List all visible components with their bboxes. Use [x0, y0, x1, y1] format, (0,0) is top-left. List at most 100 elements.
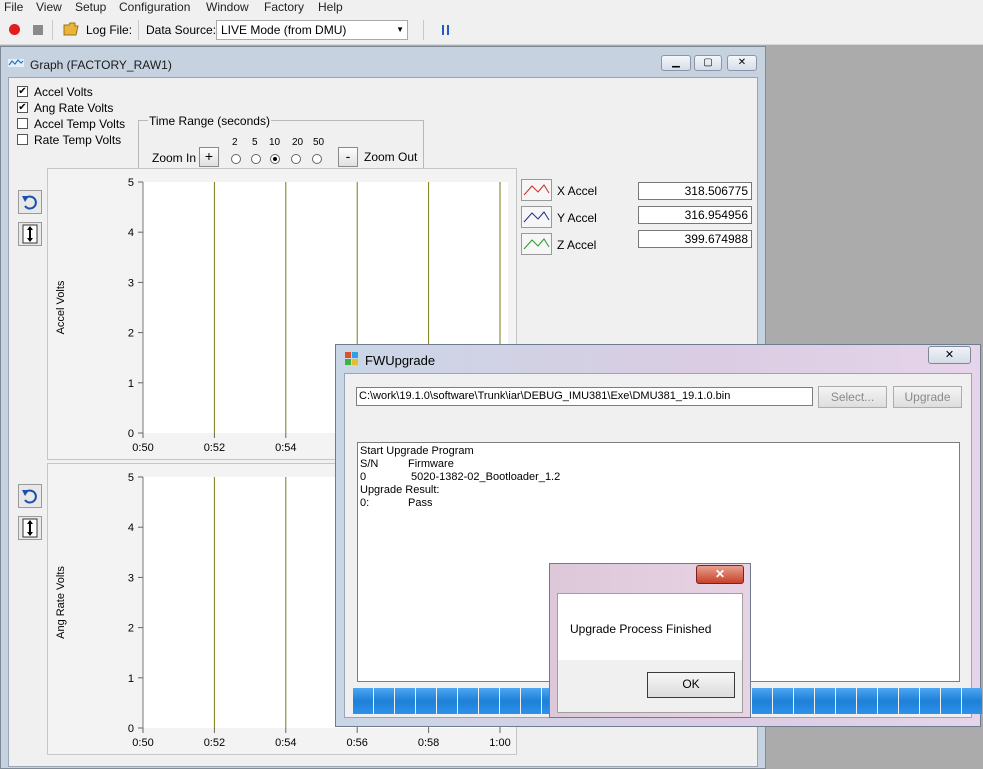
z-accel-value: 399.674988: [638, 230, 752, 248]
progress-segment: [794, 688, 814, 714]
range-option-label: 10: [269, 137, 281, 148]
file-path-input[interactable]: C:\work\19.1.0\software\Trunk\iar\DEBUG_…: [356, 387, 813, 406]
menu-window[interactable]: Window: [206, 0, 249, 14]
menu-factory[interactable]: Factory: [264, 0, 304, 14]
progress-segment: [773, 688, 793, 714]
vertical-scale-icon: [22, 224, 38, 244]
checkbox-label: Rate Temp Volts: [34, 133, 122, 147]
ok-button[interactable]: OK: [647, 672, 735, 698]
menu-help[interactable]: Help: [318, 0, 343, 14]
range-radio-20[interactable]: [291, 154, 301, 164]
upgrade-button[interactable]: Upgrade: [893, 386, 962, 408]
close-button[interactable]: ✕: [727, 55, 757, 71]
progress-segment: [437, 688, 457, 714]
data-source-label: Data Source:: [146, 23, 217, 37]
y-tick-label: 2: [128, 623, 134, 635]
toolbar-separator: [52, 20, 53, 40]
checkbox-label: Accel Volts: [34, 85, 93, 99]
y-tick-label: 1: [128, 378, 134, 390]
progress-segment: [395, 688, 415, 714]
select-button[interactable]: Select...: [818, 386, 887, 408]
z-accel-label: Z Accel: [557, 238, 597, 252]
menu-view[interactable]: View: [36, 0, 62, 14]
fwupgrade-close-button[interactable]: ✕: [928, 346, 971, 364]
reset-view-button[interactable]: [18, 484, 42, 508]
range-option-label: 50: [313, 137, 325, 148]
log-file-label[interactable]: Log File:: [86, 23, 132, 37]
y-tick-label: 3: [128, 277, 134, 289]
x-tick-label: 0:54: [275, 737, 296, 749]
x-tick-label: 0:52: [204, 737, 225, 749]
autoscale-button[interactable]: [18, 516, 42, 540]
folder-icon[interactable]: [63, 21, 79, 37]
range-radio-2[interactable]: [231, 154, 241, 164]
message-close-button[interactable]: ✕: [696, 565, 744, 584]
log-text: 0: [360, 471, 367, 483]
menu-configuration[interactable]: Configuration: [119, 0, 190, 14]
zoom-in-button[interactable]: +: [199, 147, 219, 167]
message-client-area: Upgrade Process Finished OK: [557, 593, 743, 713]
zoom-out-button[interactable]: -: [338, 147, 358, 167]
progress-segment: [752, 688, 772, 714]
progress-segment: [521, 688, 541, 714]
minimize-button[interactable]: ▁: [661, 55, 691, 71]
range-option-label: 20: [292, 137, 304, 148]
minimize-icon: ▁: [672, 57, 680, 68]
y-accel-swatch: [521, 206, 552, 228]
x-tick-label: 0:58: [418, 737, 439, 749]
range-option-label: 2: [232, 137, 238, 148]
message-box: ✕ Upgrade Process Finished OK: [549, 563, 751, 718]
maximize-button[interactable]: ▢: [694, 55, 722, 71]
record-icon[interactable]: [9, 24, 20, 35]
fwupgrade-app-icon: [345, 352, 358, 365]
log-line: 0 5020-1382-02_Bootloader_1.2: [360, 471, 959, 484]
close-icon: ✕: [714, 567, 726, 581]
y-tick-label: 0: [128, 428, 134, 440]
zoom-in-label: Zoom In: [152, 151, 197, 165]
stop-icon[interactable]: [33, 25, 43, 35]
time-range-title: Time Range (seconds): [148, 114, 271, 128]
z-accel-swatch: [521, 233, 552, 255]
y-axis-label: Ang Rate Volts: [55, 566, 67, 639]
range-radio-10[interactable]: [270, 154, 280, 164]
checkbox-box[interactable]: ✔: [17, 102, 28, 113]
checkbox-box[interactable]: ✔: [17, 86, 28, 97]
undo-icon: [22, 489, 37, 504]
log-line: Start Upgrade Program: [360, 445, 959, 458]
menu-setup[interactable]: Setup: [75, 0, 106, 14]
y-tick-label: 1: [128, 673, 134, 685]
x-tick-label: 0:50: [132, 737, 153, 749]
pause-icon[interactable]: [442, 25, 444, 35]
data-source-select[interactable]: LIVE Mode (from DMU) ▼: [216, 20, 408, 40]
menu-file[interactable]: File: [4, 0, 23, 14]
graph-titlebar[interactable]: Graph (FACTORY_RAW1) ▁ ▢ ✕: [1, 47, 765, 77]
progress-segment: [899, 688, 919, 714]
y-accel-value: 316.954956: [638, 206, 752, 224]
progress-segment: [815, 688, 835, 714]
y-tick-label: 5: [128, 177, 134, 189]
x-accel-swatch: [521, 179, 552, 201]
log-line: S/N Firmware: [360, 458, 959, 471]
x-accel-value: 318.506775: [638, 182, 752, 200]
autoscale-button[interactable]: [18, 222, 42, 246]
log-text: S/N: [360, 458, 379, 470]
checkbox-box[interactable]: [17, 134, 28, 145]
progress-segment: [962, 688, 982, 714]
close-icon: ✕: [737, 57, 747, 68]
reset-view-button[interactable]: [18, 190, 42, 214]
range-option-label: 5: [252, 137, 258, 148]
progress-segment: [857, 688, 877, 714]
x-tick-label: 0:50: [132, 442, 153, 454]
log-text: 5020-1382-02_Bootloader_1.2: [411, 471, 561, 483]
message-text-area: Upgrade Process Finished: [558, 594, 742, 660]
chevron-down-icon: ▼: [396, 25, 404, 34]
range-radio-5[interactable]: [251, 154, 261, 164]
checkbox-box[interactable]: [17, 118, 28, 129]
progress-segment: [416, 688, 436, 714]
menu-bar: File View Setup Configuration Window Fac…: [0, 0, 983, 16]
zoom-out-label: Zoom Out: [364, 150, 418, 164]
y-tick-label: 4: [128, 227, 134, 239]
range-radio-50[interactable]: [312, 154, 322, 164]
z-accel-line-icon: [523, 238, 550, 250]
message-text: Upgrade Process Finished: [570, 622, 712, 636]
